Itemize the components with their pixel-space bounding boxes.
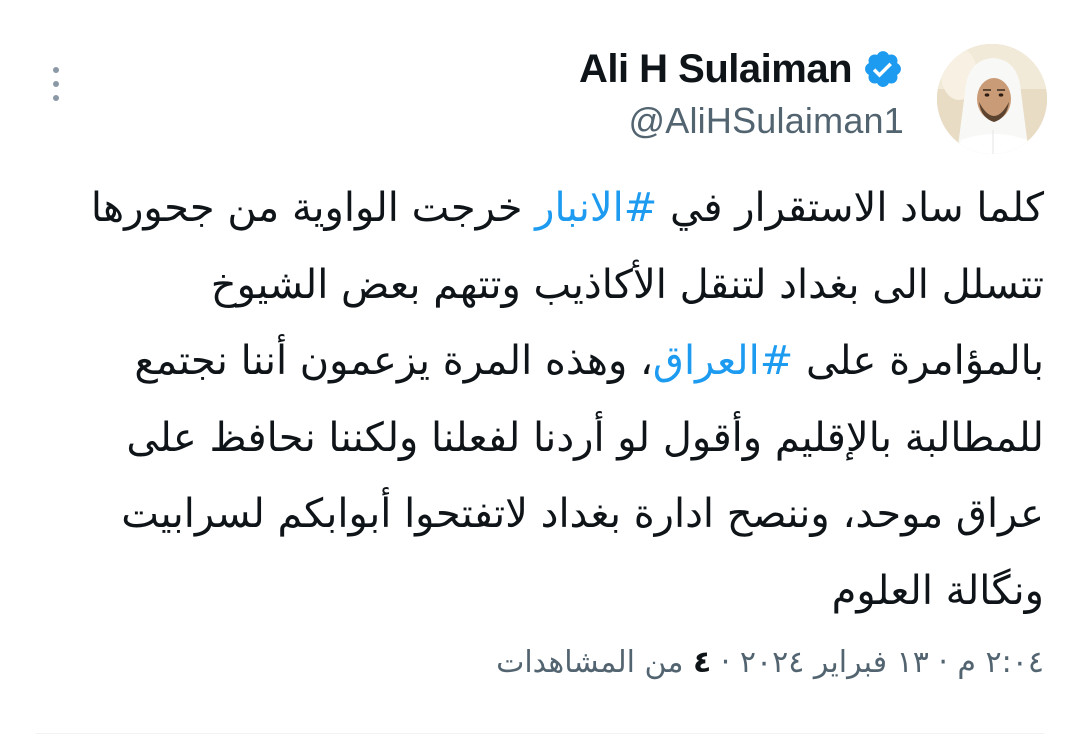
- views-count[interactable]: ٤: [693, 645, 711, 680]
- text-segment: عراق موحد، وننصح ادارة بغداد لاتفتحوا أب…: [121, 491, 1044, 537]
- text-segment: خرجت الواوية من جحورها: [90, 185, 536, 231]
- display-name[interactable]: Ali H Sulaiman: [579, 47, 853, 92]
- text-segment: ، وهذه المرة يزعمون أننا نجتمع: [134, 338, 653, 384]
- tweet-line: كلما ساد الاستقرار في #الانبار خرجت الوا…: [34, 170, 1044, 247]
- more-dot: [53, 95, 59, 101]
- tweet-text: كلما ساد الاستقرار في #الانبار خرجت الوا…: [34, 170, 1044, 629]
- tweet-line: عراق موحد، وننصح ادارة بغداد لاتفتحوا أب…: [34, 476, 1044, 553]
- verified-badge-icon[interactable]: [862, 48, 904, 90]
- views-label: من المشاهدات: [496, 645, 693, 680]
- tweet-line: بالمؤامرة على #العراق، وهذه المرة يزعمون…: [34, 323, 1044, 400]
- text-segment: كلما ساد الاستقرار في: [657, 185, 1044, 231]
- tweet-meta: ٢:٠٤ م · ١٣ فبراير ٢٠٢٤ · ٤ من المشاهدات: [496, 645, 1044, 680]
- text-segment: للمطالبة بالإقليم وأقول لو أردنا لفعلنا …: [126, 414, 1044, 461]
- author-info[interactable]: Ali H Sulaiman @AliHSulaiman1: [579, 44, 904, 142]
- profile-photo: [937, 44, 1047, 154]
- text-segment: بالمؤامرة على: [793, 338, 1044, 384]
- tweet-line: تتسلل الى بغداد لتنقل الأكاذيب وتتهم بعض…: [34, 247, 1044, 324]
- tweet-line: للمطالبة بالإقليم وأقول لو أردنا لفعلنا …: [34, 400, 1044, 477]
- hashtag-link[interactable]: #العراق: [653, 338, 793, 384]
- hashtag-link[interactable]: #الانبار: [535, 185, 657, 231]
- text-segment: ونگالة العلوم: [831, 567, 1044, 614]
- text-segment: تتسلل الى بغداد لتنقل الأكاذيب وتتهم بعض…: [210, 261, 1044, 308]
- more-dot: [53, 81, 59, 87]
- more-vertical-icon: [53, 67, 59, 73]
- tweet-card: Ali H Sulaiman @AliHSulaiman1 كلما ساد ا…: [0, 0, 1080, 752]
- more-options-button[interactable]: [36, 62, 76, 106]
- avatar[interactable]: [937, 44, 1047, 154]
- divider: [36, 733, 1044, 734]
- name-row: Ali H Sulaiman: [579, 44, 904, 94]
- tweet-line: ونگالة العلوم: [34, 553, 1044, 630]
- timestamp-link[interactable]: ٢:٠٤ م · ١٣ فبراير ٢٠٢٤ ·: [711, 645, 1044, 680]
- handle[interactable]: @AliHSulaiman1: [579, 100, 904, 142]
